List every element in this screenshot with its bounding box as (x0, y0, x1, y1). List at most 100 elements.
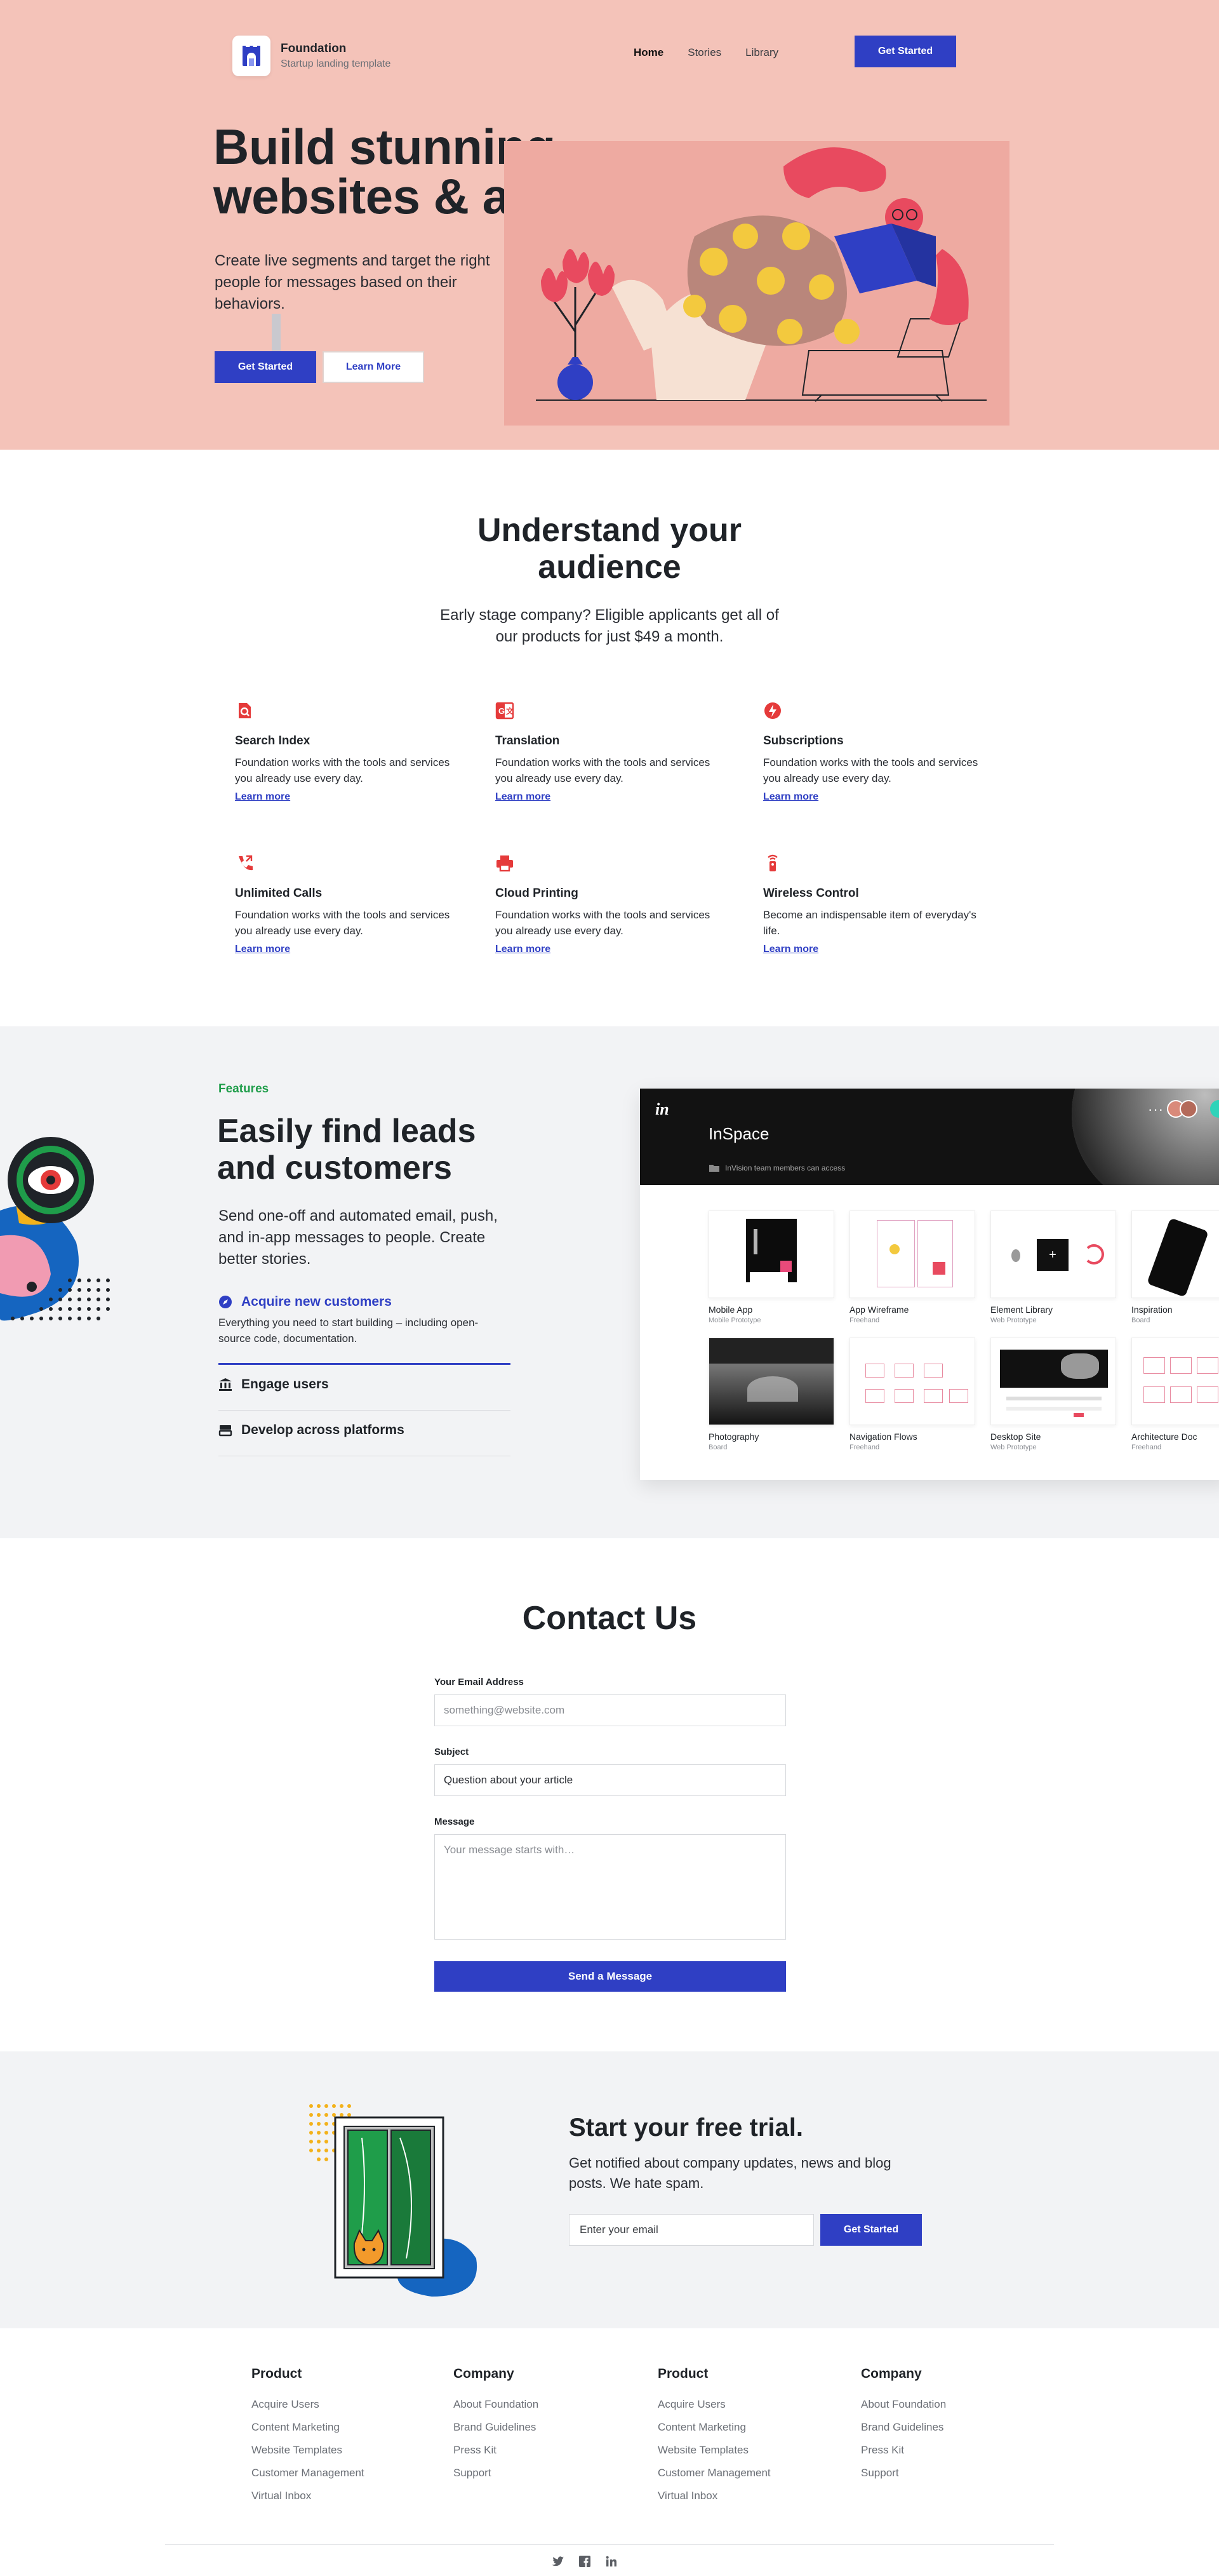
project-card[interactable]: Desktop Site Web Prototype (990, 1338, 1116, 1451)
brand-tagline: Startup landing template (281, 58, 391, 69)
accordion-label: Acquire new customers (241, 1294, 392, 1309)
hero-learn-more-button[interactable]: Learn More (323, 351, 424, 383)
more-options-icon[interactable]: ··· (1148, 1101, 1164, 1118)
card-thumbnail (709, 1338, 834, 1425)
trial-title: Start your free trial. (569, 2114, 804, 2142)
card-type: Web Prototype (990, 1444, 1037, 1451)
footer-link[interactable]: Website Templates (658, 2439, 810, 2462)
footer-link[interactable]: Press Kit (453, 2439, 606, 2462)
castle-icon (243, 46, 260, 66)
footer-link[interactable]: Customer Management (658, 2462, 810, 2485)
feature-learn-more-link[interactable]: Learn more (495, 944, 550, 955)
feature-title: Search Index (235, 734, 310, 748)
subject-field[interactable] (434, 1764, 786, 1796)
card-name: Navigation Flows (849, 1432, 917, 1442)
features-title: Easily find leads and customers (217, 1113, 535, 1186)
avatar[interactable] (1180, 1100, 1197, 1118)
accordion-label: Develop across platforms (241, 1423, 404, 1437)
feature-description: Foundation works with the tools and serv… (763, 756, 978, 784)
feature-learn-more-link[interactable]: Learn more (763, 791, 818, 803)
feature-title: Translation (495, 734, 560, 748)
footer-link[interactable]: Content Marketing (658, 2416, 810, 2439)
reading-person-illustration (536, 147, 987, 402)
compass-icon (219, 1296, 232, 1308)
search-document-icon (239, 703, 251, 718)
accordion-item-acquire[interactable]: Acquire new customers Everything you nee… (218, 1294, 510, 1346)
accordion-header[interactable]: Develop across platforms (218, 1423, 510, 1438)
app-screenshot: in InSpace InVision team members can acc… (640, 1089, 1219, 1480)
footer-link[interactable]: About Foundation (453, 2393, 606, 2416)
feature-learn-more-link[interactable]: Learn more (763, 944, 818, 955)
card-name: Desktop Site (990, 1432, 1041, 1442)
brand-logo[interactable] (232, 36, 270, 76)
feature-cloud-printing: Cloud Printing Foundation works with the… (495, 854, 724, 955)
feature-learn-more-link[interactable]: Learn more (235, 791, 290, 803)
understand-subtitle: Early stage company? Eligible applicants… (440, 607, 779, 645)
card-thumbnail (990, 1338, 1116, 1425)
footer-link[interactable]: Brand Guidelines (453, 2416, 606, 2439)
project-card[interactable]: + Element Library Web Prototype (990, 1211, 1116, 1324)
feature-learn-more-link[interactable]: Learn more (235, 944, 290, 955)
footer-link[interactable]: About Foundation (861, 2393, 1013, 2416)
project-card[interactable]: Architecture Doc Freehand (1131, 1338, 1219, 1451)
footer-column-company: Company About Foundation Brand Guideline… (861, 2366, 1013, 2485)
nav-get-started-button[interactable]: Get Started (855, 36, 956, 67)
card-type: Web Prototype (990, 1317, 1037, 1324)
hero-decorative-bar (272, 314, 281, 351)
accordion-item-engage[interactable]: Engage users (218, 1377, 510, 1392)
telescope-eye-illustration (0, 1137, 110, 1321)
twitter-icon[interactable] (550, 2553, 566, 2570)
footer-link[interactable]: Acquire Users (658, 2393, 810, 2416)
card-name: Mobile App (709, 1305, 753, 1315)
nav-link-library[interactable]: Library (745, 43, 778, 62)
footer-link[interactable]: Acquire Users (251, 2393, 404, 2416)
project-card[interactable]: App Wireframe Freehand (849, 1211, 975, 1324)
footer-link[interactable]: Support (453, 2462, 606, 2485)
footer-divider (165, 2544, 1054, 2545)
footer-link[interactable]: Customer Management (251, 2462, 404, 2485)
features-description: Send one-off and automated email, push, … (218, 1207, 498, 1268)
nav-link-home[interactable]: Home (634, 43, 663, 62)
nav-link-stories[interactable]: Stories (688, 43, 721, 62)
invision-logo: in (655, 1100, 669, 1118)
app-header: in InSpace InVision team members can acc… (640, 1089, 1219, 1185)
send-message-button[interactable]: Send a Message (434, 1961, 786, 1992)
accordion-header[interactable]: Engage users (218, 1377, 510, 1392)
feature-title: Wireless Control (763, 887, 859, 900)
email-field[interactable] (434, 1694, 786, 1726)
feature-title: Subscriptions (763, 734, 844, 748)
footer-link[interactable]: Brand Guidelines (861, 2416, 1013, 2439)
card-thumbnail: + (990, 1211, 1116, 1298)
linkedin-icon[interactable] (603, 2553, 620, 2570)
printer-icon (496, 855, 513, 872)
trial-get-started-button[interactable]: Get Started (820, 2214, 922, 2246)
project-card[interactable]: Photography Board (709, 1338, 834, 1451)
facebook-icon[interactable] (576, 2553, 593, 2570)
project-card[interactable]: Mobile App Mobile Prototype (709, 1211, 834, 1324)
hero-get-started-button[interactable]: Get Started (215, 351, 316, 383)
footer: Product Acquire Users Content Marketing … (0, 2328, 1219, 2576)
understand-title-line1: Understand your (477, 512, 742, 549)
accordion-item-develop[interactable]: Develop across platforms (218, 1423, 510, 1438)
subject-label: Subject (434, 1747, 469, 1757)
message-field[interactable] (434, 1834, 786, 1940)
window-cat-illustration (309, 2104, 477, 2297)
footer-link[interactable]: Virtual Inbox (658, 2485, 810, 2507)
trial-section: Start your free trial. Get notified abou… (0, 2051, 1219, 2328)
trial-email-input[interactable] (569, 2214, 814, 2246)
feature-search-index: Search Index Foundation works with the t… (235, 701, 463, 803)
footer-link[interactable]: Virtual Inbox (251, 2485, 404, 2507)
footer-column-title: Company (861, 2366, 922, 2381)
footer-column-product: Product Acquire Users Content Marketing … (251, 2366, 404, 2507)
footer-link[interactable]: Support (861, 2462, 1013, 2485)
feature-subscriptions: Subscriptions Foundation works with the … (763, 701, 992, 803)
project-card[interactable]: Navigation Flows Freehand (849, 1338, 975, 1451)
accordion-header[interactable]: Acquire new customers (218, 1294, 510, 1310)
footer-link[interactable]: Website Templates (251, 2439, 404, 2462)
feature-learn-more-link[interactable]: Learn more (495, 791, 550, 803)
footer-link[interactable]: Press Kit (861, 2439, 1013, 2462)
project-card[interactable]: Inspiration Board (1131, 1211, 1219, 1324)
social-links (550, 2553, 620, 2570)
footer-column-title: Product (658, 2366, 709, 2381)
footer-link[interactable]: Content Marketing (251, 2416, 404, 2439)
